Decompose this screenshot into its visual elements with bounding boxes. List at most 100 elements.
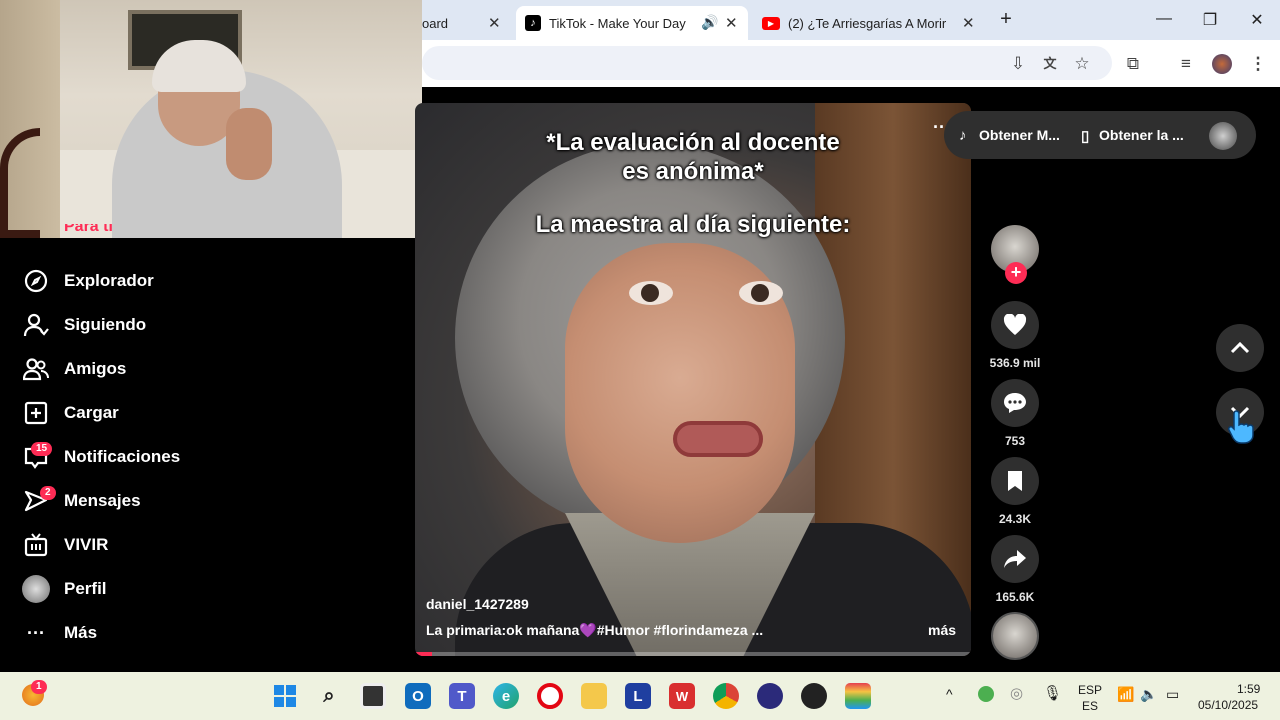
tab-dashboard[interactable]: oard ✕ bbox=[422, 6, 517, 40]
close-tab-icon[interactable]: ✕ bbox=[488, 14, 501, 32]
bluestacks-icon[interactable] bbox=[845, 683, 871, 709]
comment-icon bbox=[1004, 393, 1026, 413]
close-tab-icon[interactable]: ✕ bbox=[725, 14, 738, 32]
friends-icon bbox=[22, 355, 50, 383]
sidebar-item-cargar[interactable]: Cargar bbox=[22, 398, 119, 428]
sidebar-item-for-you[interactable]: Para ti bbox=[64, 224, 113, 238]
bookmark-star-icon[interactable]: ☆ bbox=[1072, 54, 1092, 74]
screen: oard ✕ ♪ TikTok - Make Your Day 🔊 ✕ ▶ (2… bbox=[0, 0, 1280, 720]
tab-title: TikTok - Make Your Day bbox=[549, 15, 686, 31]
previous-video-button[interactable] bbox=[1216, 324, 1264, 372]
video-player[interactable]: *La evaluación al docente es anónima* La… bbox=[415, 103, 971, 656]
microphone-icon[interactable]: 🎙 bbox=[1043, 684, 1062, 702]
weather-badge: 1 bbox=[31, 680, 47, 694]
account-avatar[interactable] bbox=[1209, 122, 1237, 150]
clock-date[interactable]: 05/10/2025 bbox=[1198, 698, 1258, 712]
outlook-icon[interactable]: O bbox=[405, 683, 431, 709]
extensions-icon[interactable]: ⧉ bbox=[1123, 54, 1143, 74]
sidebar-item-explorador[interactable]: Explorador bbox=[22, 266, 154, 296]
tab-tiktok[interactable]: ♪ TikTok - Make Your Day 🔊 ✕ bbox=[516, 6, 748, 40]
get-app-banner: ♪ Obtener M... ▯ Obtener la ... bbox=[944, 111, 1256, 159]
tray-app-icon[interactable] bbox=[978, 686, 994, 702]
language-bottom[interactable]: ES bbox=[1082, 699, 1098, 713]
l-app-icon[interactable]: L bbox=[625, 683, 651, 709]
sidebar-item-amigos[interactable]: Amigos bbox=[22, 354, 126, 384]
video-subject-eye bbox=[629, 281, 673, 305]
messages-badge: 2 bbox=[40, 486, 56, 500]
language-top[interactable]: ESP bbox=[1078, 683, 1102, 697]
chrome-menu-icon[interactable]: ⋮ bbox=[1248, 54, 1268, 74]
tray-overflow-icon[interactable]: ^ bbox=[946, 686, 953, 702]
sidebar-item-label: Más bbox=[64, 623, 98, 642]
windows-logo-icon bbox=[274, 685, 296, 707]
save-button[interactable] bbox=[991, 457, 1039, 505]
wps-icon[interactable]: W bbox=[669, 683, 695, 709]
sidebar-item-siguiendo[interactable]: Siguiendo bbox=[22, 310, 146, 340]
webcam-person-hand bbox=[226, 108, 272, 180]
sidebar-item-mas[interactable]: ··· Más bbox=[22, 618, 97, 648]
obs-icon[interactable] bbox=[757, 683, 783, 709]
close-tab-icon[interactable]: ✕ bbox=[962, 14, 975, 32]
sidebar-item-label: Siguiendo bbox=[64, 315, 147, 334]
minimize-button[interactable]: — bbox=[1154, 10, 1174, 28]
video-subject-mouth bbox=[673, 421, 763, 457]
youtube-favicon-icon: ▶ bbox=[762, 16, 780, 30]
more-icon: ··· bbox=[27, 622, 45, 643]
battery-icon[interactable]: ▭ bbox=[1166, 686, 1179, 703]
tab-title: oard bbox=[422, 15, 449, 31]
task-view-icon[interactable] bbox=[360, 683, 386, 709]
comment-count: 753 bbox=[1004, 434, 1026, 448]
upload-icon bbox=[22, 399, 50, 427]
profile-avatar-icon[interactable] bbox=[1212, 54, 1232, 74]
opera-icon[interactable] bbox=[537, 683, 563, 709]
file-explorer-icon[interactable] bbox=[581, 683, 607, 709]
tab-youtube[interactable]: ▶ (2) ¿Te Arriesgarías A Morir Por ✕ bbox=[752, 6, 982, 40]
volume-icon[interactable]: 🔈 bbox=[1140, 686, 1157, 703]
wifi-icon[interactable]: 📶 bbox=[1117, 686, 1134, 703]
sidebar-item-label: Notificaciones bbox=[64, 447, 181, 466]
sidebar-item-perfil[interactable]: Perfil bbox=[22, 574, 107, 604]
profile-avatar bbox=[22, 575, 50, 603]
search-icon[interactable]: ⌕ bbox=[316, 683, 342, 709]
sidebar-item-label: Perfil bbox=[64, 579, 107, 598]
get-app-right-link[interactable]: Obtener la ... bbox=[1099, 127, 1184, 143]
live-tv-icon bbox=[22, 531, 50, 559]
share-button[interactable] bbox=[991, 535, 1039, 583]
video-subject-eye bbox=[739, 281, 783, 305]
edge-icon[interactable]: e bbox=[493, 683, 519, 709]
video-username[interactable]: daniel_1427289 bbox=[426, 596, 529, 612]
phone-icon: ▯ bbox=[1081, 128, 1090, 145]
get-app-icon: ♪ bbox=[959, 127, 967, 144]
video-caption-line: es anónima* bbox=[622, 158, 764, 185]
clock-time[interactable]: 1:59 bbox=[1237, 682, 1260, 696]
restore-button[interactable]: ❐ bbox=[1200, 10, 1220, 30]
sidebar-item-label: Explorador bbox=[64, 271, 154, 290]
get-app-left-link[interactable]: Obtener M... bbox=[979, 127, 1060, 143]
new-tab-button[interactable]: + bbox=[996, 8, 1016, 31]
start-button[interactable] bbox=[272, 683, 298, 709]
tab-title: (2) ¿Te Arriesgarías A Morir Por bbox=[788, 15, 950, 31]
video-more-link[interactable]: más bbox=[928, 622, 956, 638]
sound-disc-avatar[interactable] bbox=[991, 612, 1039, 660]
notifications-badge: 15 bbox=[31, 442, 53, 456]
close-window-button[interactable]: ✕ bbox=[1247, 10, 1267, 30]
heart-icon bbox=[1003, 314, 1027, 335]
like-button[interactable] bbox=[991, 301, 1039, 349]
media-app-icon[interactable] bbox=[801, 683, 827, 709]
sidebar-item-vivir[interactable]: VIVIR bbox=[22, 530, 108, 560]
media-control-icon[interactable]: ≡ bbox=[1176, 54, 1196, 74]
comment-button[interactable] bbox=[991, 379, 1039, 427]
video-progress-bar[interactable] bbox=[415, 652, 971, 656]
share-arrow-icon bbox=[1004, 550, 1026, 568]
tray-status-icon[interactable]: ◎ bbox=[1010, 684, 1023, 702]
teams-icon[interactable]: T bbox=[449, 683, 475, 709]
chrome-icon[interactable] bbox=[713, 683, 739, 709]
tiktok-favicon-icon: ♪ bbox=[525, 15, 541, 31]
hand-cursor-icon bbox=[1228, 410, 1254, 444]
sidebar-item-label: Amigos bbox=[64, 359, 127, 378]
translate-icon[interactable]: 文 bbox=[1040, 54, 1060, 74]
follow-plus-icon[interactable]: + bbox=[1005, 262, 1027, 284]
like-count: 536.9 mil bbox=[989, 356, 1041, 370]
speaker-icon[interactable]: 🔊 bbox=[701, 14, 718, 31]
install-app-icon[interactable]: ⇩ bbox=[1008, 54, 1028, 74]
